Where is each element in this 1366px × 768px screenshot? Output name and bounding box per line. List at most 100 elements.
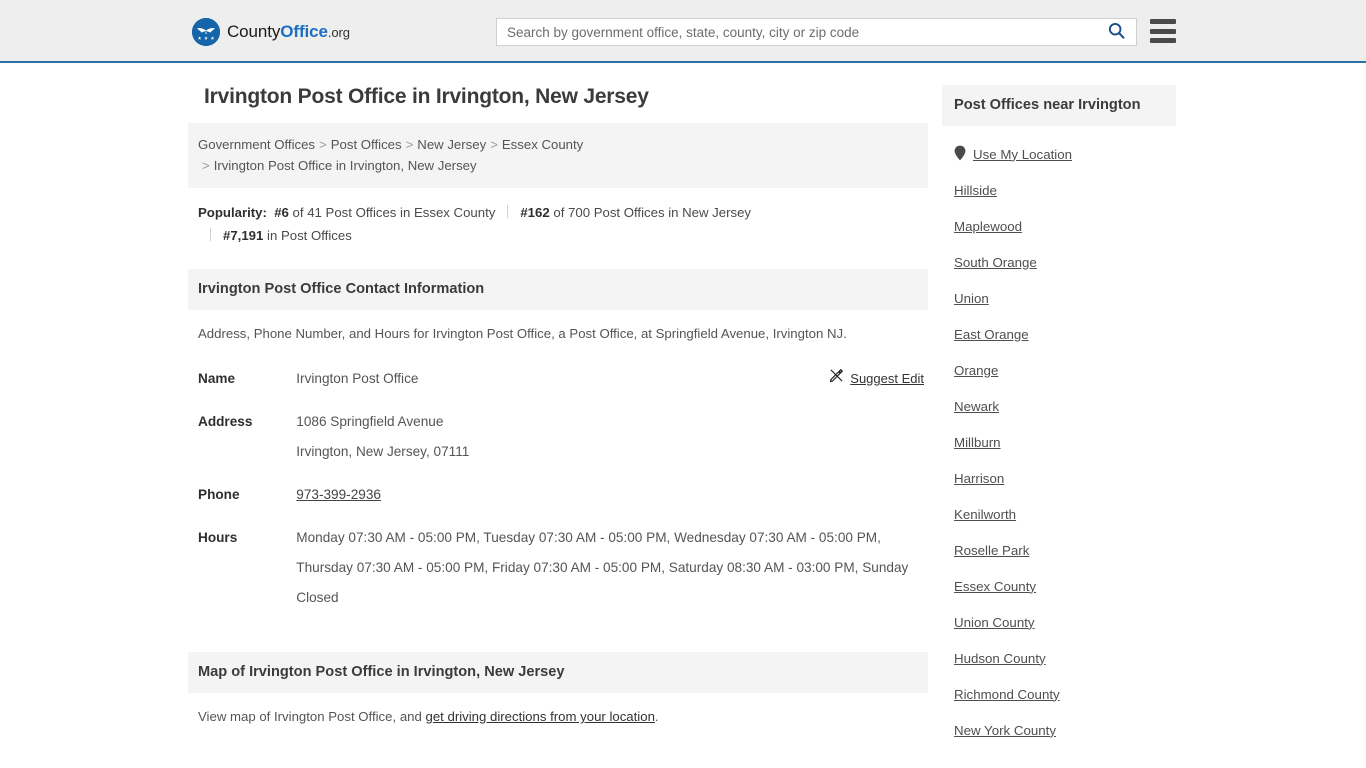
breadcrumb-separator: > bbox=[202, 158, 210, 173]
list-item-link[interactable]: New York County bbox=[954, 723, 1056, 738]
sidebar-item-union[interactable]: Union bbox=[954, 280, 1176, 316]
breadcrumb-current-line: > Irvington Post Office in Irvington, New… bbox=[198, 155, 914, 176]
sidebar-item-essex-county[interactable]: Essex County bbox=[954, 568, 1176, 604]
list-item-link[interactable]: East Orange bbox=[954, 327, 1029, 342]
sidebar-item-south-orange[interactable]: South Orange bbox=[954, 244, 1176, 280]
sidebar-item-harrison[interactable]: Harrison bbox=[954, 460, 1176, 496]
breadcrumb: Government Offices > Post Offices > New Jers… bbox=[188, 123, 928, 188]
search-bar[interactable] bbox=[496, 18, 1137, 46]
contact-section-description: Address, Phone Number, and Hours for Irv… bbox=[198, 326, 847, 341]
sidebar-item-richmond-county[interactable]: Richmond County bbox=[954, 676, 1176, 712]
sidebar-list: Use My Location Hillside Maplewood South… bbox=[942, 126, 1176, 748]
content-columns: Irvington Post Office in Irvington, New … bbox=[188, 63, 1178, 748]
contact-section-header: Irvington Post Office Contact Informatio… bbox=[188, 269, 928, 310]
search-input[interactable] bbox=[497, 19, 1096, 45]
map-section-description: View map of Irvington Post Office, and g… bbox=[188, 693, 928, 733]
sidebar-title: Post Offices near Irvington bbox=[942, 85, 1176, 126]
sidebar-item-new-york-county[interactable]: New York County bbox=[954, 712, 1176, 748]
suggest-edit-label: Suggest Edit bbox=[850, 371, 924, 386]
list-item-link[interactable]: Millburn bbox=[954, 435, 1001, 450]
brand-wordmark: CountyOffice.org bbox=[227, 22, 350, 42]
hamburger-menu-icon[interactable] bbox=[1150, 19, 1176, 43]
label-name: Name bbox=[198, 371, 236, 386]
suggest-edit-button[interactable]: Suggest Edit bbox=[829, 364, 924, 394]
driving-directions-link[interactable]: get driving directions from your locatio… bbox=[425, 709, 654, 724]
address-line-1: 1086 Springfield Avenue bbox=[296, 414, 444, 429]
page-title: Irvington Post Office in Irvington, New … bbox=[204, 85, 649, 108]
sidebar-item-hillside[interactable]: Hillside bbox=[954, 172, 1176, 208]
label-address: Address bbox=[198, 414, 253, 429]
address-line-2: Irvington, New Jersey, 07111 bbox=[296, 444, 470, 459]
menu-bar-2 bbox=[1150, 28, 1176, 34]
list-item-link[interactable]: South Orange bbox=[954, 255, 1037, 270]
search-icon bbox=[1108, 22, 1125, 42]
breadcrumb-separator: > bbox=[405, 137, 414, 152]
popularity-rank-national: #7,191 bbox=[223, 228, 264, 243]
sidebar-item-use-my-location[interactable]: Use My Location bbox=[954, 136, 1176, 172]
label-hours: Hours bbox=[198, 530, 238, 545]
breadcrumb-item-post-offices[interactable]: Post Offices bbox=[331, 137, 402, 152]
list-item-link[interactable]: Richmond County bbox=[954, 687, 1060, 702]
map-desc-prefix: View map of Irvington Post Office, and bbox=[198, 709, 426, 724]
brand-office: Office bbox=[280, 22, 328, 41]
breadcrumb-separator: > bbox=[319, 137, 327, 152]
list-item-link[interactable]: Essex County bbox=[954, 579, 1036, 594]
breadcrumb-item-government-offices[interactable]: Government Offices bbox=[198, 137, 315, 152]
popularity-row: Popularity: #6 of 41 Post Offices in Ess… bbox=[188, 188, 928, 255]
phone-link[interactable]: 973-399-2936 bbox=[296, 487, 381, 502]
sidebar-item-roselle-park[interactable]: Roselle Park bbox=[954, 532, 1176, 568]
sidebar-item-hudson-county[interactable]: Hudson County bbox=[954, 640, 1176, 676]
label-phone: Phone bbox=[198, 487, 240, 502]
search-button[interactable] bbox=[1096, 19, 1136, 45]
list-item-link[interactable]: Hudson County bbox=[954, 651, 1046, 666]
menu-bar-1 bbox=[1150, 19, 1176, 24]
site-logo-link[interactable]: CountyOffice.org bbox=[192, 18, 350, 46]
edit-pencil-icon bbox=[829, 364, 844, 394]
popularity-text-state: of 700 Post Offices in New Jersey bbox=[553, 205, 752, 220]
list-item-link[interactable]: Orange bbox=[954, 363, 998, 378]
menu-bar-3 bbox=[1150, 38, 1176, 43]
brand-org: .org bbox=[327, 25, 350, 40]
sidebar-item-maplewood[interactable]: Maplewood bbox=[954, 208, 1176, 244]
sidebar-item-union-county[interactable]: Union County bbox=[954, 604, 1176, 640]
value-name: Irvington Post Office bbox=[296, 371, 419, 386]
value-phone: 973-399-2936 bbox=[296, 474, 797, 517]
use-my-location-link[interactable]: Use My Location bbox=[973, 147, 1072, 162]
list-item-link[interactable]: Hillside bbox=[954, 183, 997, 198]
sidebar: Post Offices near Irvington Use My Locat… bbox=[942, 85, 1176, 748]
list-item-link[interactable]: Roselle Park bbox=[954, 543, 1029, 558]
list-item-link[interactable]: Union County bbox=[954, 615, 1035, 630]
site-header: CountyOffice.org bbox=[0, 0, 1366, 63]
popularity-text-county: of 41 Post Offices in Essex County bbox=[292, 205, 496, 220]
page-body: Irvington Post Office in Irvington, New … bbox=[0, 63, 1366, 748]
list-item-link[interactable]: Maplewood bbox=[954, 219, 1022, 234]
header-inner: CountyOffice.org bbox=[0, 0, 1366, 61]
list-item-link[interactable]: Harrison bbox=[954, 471, 1004, 486]
popularity-item-county: #6 of 41 Post Offices in Essex County bbox=[274, 205, 495, 220]
popularity-label: Popularity: bbox=[198, 205, 267, 220]
breadcrumb-separator: > bbox=[490, 137, 498, 152]
eagle-seal-logo-icon bbox=[192, 18, 220, 46]
sidebar-item-newark[interactable]: Newark bbox=[954, 388, 1176, 424]
breadcrumb-item-essex-county[interactable]: Essex County bbox=[502, 137, 583, 152]
empty-cell bbox=[798, 401, 928, 474]
list-item-link[interactable]: Kenilworth bbox=[954, 507, 1016, 522]
popularity-text-national: in Post Offices bbox=[267, 228, 352, 243]
sidebar-item-east-orange[interactable]: East Orange bbox=[954, 316, 1176, 352]
list-item-link[interactable]: Union bbox=[954, 291, 989, 306]
map-desc-suffix: . bbox=[654, 709, 659, 724]
sidebar-item-millburn[interactable]: Millburn bbox=[954, 424, 1176, 460]
value-address: 1086 Springfield Avenue Irvington, New J… bbox=[296, 401, 797, 474]
value-hours: Monday 07:30 AM - 05:00 PM, Tuesday 07:3… bbox=[296, 530, 909, 605]
popularity-rank-county: #6 bbox=[274, 205, 289, 220]
suggest-edit-cell: Suggest Edit bbox=[798, 358, 928, 401]
popularity-item-national: #7,191 in Post Offices bbox=[223, 228, 352, 243]
main-column: Irvington Post Office in Irvington, New … bbox=[188, 85, 928, 733]
popularity-divider bbox=[210, 228, 211, 241]
popularity-item-state: #162 of 700 Post Offices in New Jersey bbox=[520, 205, 751, 220]
breadcrumb-item-new-jersey[interactable]: New Jersey bbox=[417, 137, 486, 152]
sidebar-item-kenilworth[interactable]: Kenilworth bbox=[954, 496, 1176, 532]
sidebar-item-orange[interactable]: Orange bbox=[954, 352, 1176, 388]
popularity-rank-state: #162 bbox=[520, 205, 550, 220]
list-item-link[interactable]: Newark bbox=[954, 399, 999, 414]
